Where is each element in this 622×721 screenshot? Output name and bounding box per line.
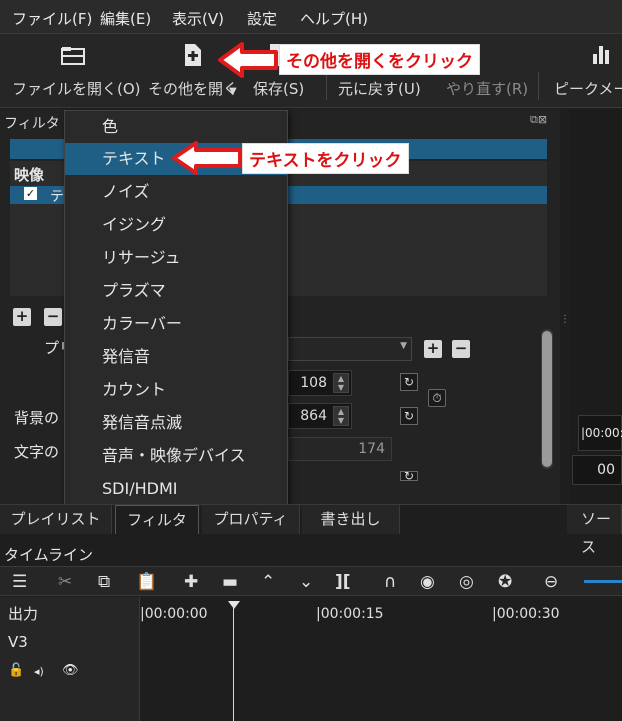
tab-export[interactable]: 書き出し [302, 505, 400, 534]
scrub-eye-icon[interactable]: ◉ [420, 572, 435, 592]
menu-item-lissajous[interactable]: リサージュ [65, 242, 287, 274]
menu-item-color-bars[interactable]: カラーバー [65, 308, 287, 340]
ripple-icon[interactable]: ◎ [459, 572, 474, 592]
copy-icon[interactable]: ⧉ [98, 572, 110, 592]
player-panel: |00:00:0 00 [570, 109, 622, 504]
toolbar-separator [538, 72, 539, 100]
splitter-handle-icon[interactable]: ⋮ [560, 314, 570, 325]
spinbox-arrows-icon[interactable]: ▲ ▼ [333, 406, 349, 426]
add-filter-button[interactable]: + [13, 308, 31, 326]
tab-playlist[interactable]: プレイリスト [0, 505, 112, 534]
ruler-tick: |00:00:15 [316, 606, 384, 622]
peak-meter-button[interactable]: ピークメー [554, 78, 622, 99]
ruler-tick: |00:00:00 [140, 606, 208, 622]
ripple-all-icon[interactable]: ✪ [498, 572, 512, 592]
toolbar-separator [326, 72, 327, 100]
menu-item-tone[interactable]: 発信音 [65, 341, 287, 373]
preset-add-button[interactable]: + [424, 340, 442, 358]
filter-item-label: テ [50, 189, 64, 205]
reset-icon[interactable]: ↻ [400, 407, 418, 425]
reset-icon[interactable]: ↻ [400, 373, 418, 391]
spinbox-value: 864 [300, 408, 327, 424]
scrollbar-thumb[interactable] [542, 331, 552, 467]
preset-dropdown[interactable]: ▼ [288, 337, 412, 361]
redo-button[interactable]: やり直す(R) [446, 78, 528, 99]
menu-settings[interactable]: 設定 [247, 8, 277, 29]
bg-spinbox[interactable]: 864 ▲ ▼ [288, 403, 352, 429]
cut-icon[interactable]: ✂ [58, 572, 72, 592]
panel-title: フィルタ [4, 116, 60, 132]
panel-tabs: プレイリスト フィルタ プロパティ 書き出し ソース [0, 504, 622, 556]
open-file-button[interactable]: ファイルを開く(O) [12, 78, 141, 99]
playhead-marker[interactable] [228, 597, 240, 609]
menu-view[interactable]: 表示(V) [172, 8, 224, 29]
menu-help[interactable]: ヘルプ(H) [300, 8, 368, 29]
menu-edit[interactable]: 編集(E) [100, 8, 151, 29]
append-icon[interactable]: ✚ [184, 572, 198, 592]
eye-icon[interactable]: 👁 [62, 663, 79, 678]
track-headers: 出力 V3 🔓 ◂) 👁 [0, 597, 140, 721]
preset-remove-button[interactable]: − [452, 340, 470, 358]
mute-icon[interactable]: ◂) [34, 665, 44, 678]
output-label: 出力 [8, 605, 39, 623]
undo-button[interactable]: 元に戻す(U) [338, 78, 421, 99]
size-spinbox[interactable]: 108 ▲ ▼ [288, 370, 352, 396]
new-document-icon[interactable] [181, 42, 205, 68]
menu-item-av-device[interactable]: 音声・映像デバイス [65, 440, 287, 472]
timeline-title: タイムライン [4, 546, 93, 564]
lock-icon[interactable]: 🔓 [8, 663, 24, 678]
red-arrow-icon [218, 42, 278, 78]
menu-icon[interactable]: ☰ [12, 572, 27, 592]
menu-file[interactable]: ファイル(F) [12, 8, 92, 29]
reset-icon[interactable]: ↻ [400, 470, 418, 482]
keyframe-timer-icon[interactable]: ⏱ [428, 389, 446, 407]
callout-open-other: その他を開くをクリック [279, 44, 480, 75]
timeline-toolbar: ☰ ✂ ⧉ 📋 ✚ ▬ ⌃ ⌄ ][ ∩ ◉ ◎ ✪ ⊖ [0, 566, 622, 596]
split-icon[interactable]: ][ [335, 572, 351, 592]
chevron-down-icon: ▼ [400, 341, 407, 351]
menu-item-blip-flash[interactable]: 発信音点滅 [65, 407, 287, 439]
overwrite-icon[interactable]: ⌄ [299, 572, 313, 592]
menu-item-color[interactable]: 色 [65, 111, 287, 143]
menu-item-count[interactable]: カウント [65, 374, 287, 406]
menu-item-plasma[interactable]: プラズマ [65, 275, 287, 307]
lift-icon[interactable]: ⌃ [261, 572, 275, 592]
spinbox-value: 108 [300, 375, 327, 391]
peak-meter-icon[interactable] [591, 42, 613, 66]
open-other-chevron-icon[interactable]: ▼ [229, 86, 237, 97]
remove-icon[interactable]: ▬ [222, 572, 238, 592]
filter-item-checkbox[interactable]: ✓ [24, 187, 37, 200]
menu-item-sdi-hdmi[interactable]: SDI/HDMI [65, 473, 287, 505]
red-arrow-icon [172, 141, 242, 175]
open-other-button[interactable]: その他を開く [148, 78, 238, 99]
tab-filters[interactable]: フィルタ [115, 505, 199, 534]
paste-icon[interactable]: 📋 [136, 572, 157, 592]
save-button[interactable]: 保存(S) [253, 78, 304, 99]
track-v3-label: V3 [8, 633, 28, 651]
zoom-out-icon[interactable]: ⊖ [544, 572, 558, 592]
menu-bar: ファイル(F) 編集(E) 表示(V) 設定 ヘルプ(H) [0, 0, 622, 34]
tab-source[interactable]: ソース [567, 505, 622, 556]
spinbox-arrows-icon[interactable]: ▲ ▼ [333, 373, 349, 393]
timecode-field[interactable]: |00:00:0 [578, 415, 622, 451]
tab-properties[interactable]: プロパティ [202, 505, 300, 534]
menu-item-ising[interactable]: イジング [65, 209, 287, 241]
bg-label: 背景の [14, 409, 60, 427]
snap-magnet-icon[interactable]: ∩ [384, 572, 396, 592]
folder-icon[interactable] [60, 44, 86, 66]
callout-text: テキストをクリック [242, 143, 409, 174]
duration-field[interactable]: 00 [572, 455, 622, 485]
ruler-tick: |00:00:30 [492, 606, 560, 622]
section-video-label: 映像 [14, 166, 45, 184]
text-label: 文字の [14, 443, 60, 461]
playhead-line [233, 605, 234, 721]
text-value-field[interactable]: 174 [288, 437, 392, 461]
zoom-slider[interactable] [584, 580, 622, 583]
panel-float-close-icon[interactable]: ⧉⊠ [530, 113, 547, 127]
scrollbar-track[interactable] [541, 329, 553, 469]
menu-item-noise[interactable]: ノイズ [65, 176, 287, 208]
remove-filter-button[interactable]: − [44, 308, 62, 326]
